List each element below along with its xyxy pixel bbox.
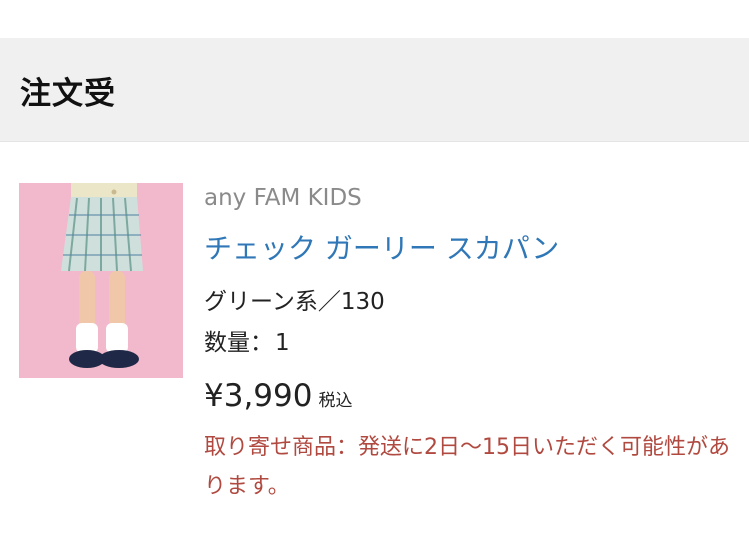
- product-photo: [19, 183, 183, 378]
- order-item: any FAM KIDS チェック ガーリー スカパン グリーン系／130 数量…: [0, 142, 749, 540]
- top-gap: [0, 0, 749, 38]
- quantity-value: 1: [275, 330, 290, 356]
- tax-label: 税込: [318, 391, 353, 411]
- product-name-link[interactable]: チェック ガーリー スカパン: [204, 227, 559, 267]
- product-variant: グリーン系／130: [204, 289, 385, 315]
- quantity-label: 数量：: [204, 330, 273, 356]
- brand-name: any FAM KIDS: [204, 185, 362, 211]
- price-row: ¥3,990 税込: [204, 378, 352, 414]
- shipping-notice: 取り寄せ商品：発送に2日〜15日いただく可能性があります。: [204, 435, 730, 499]
- quantity: 数量：1: [204, 323, 290, 357]
- price: ¥3,990: [204, 378, 313, 414]
- section-header: 注文受: [0, 38, 749, 142]
- section-title: 注文受: [20, 76, 116, 112]
- product-image[interactable]: [19, 183, 183, 378]
